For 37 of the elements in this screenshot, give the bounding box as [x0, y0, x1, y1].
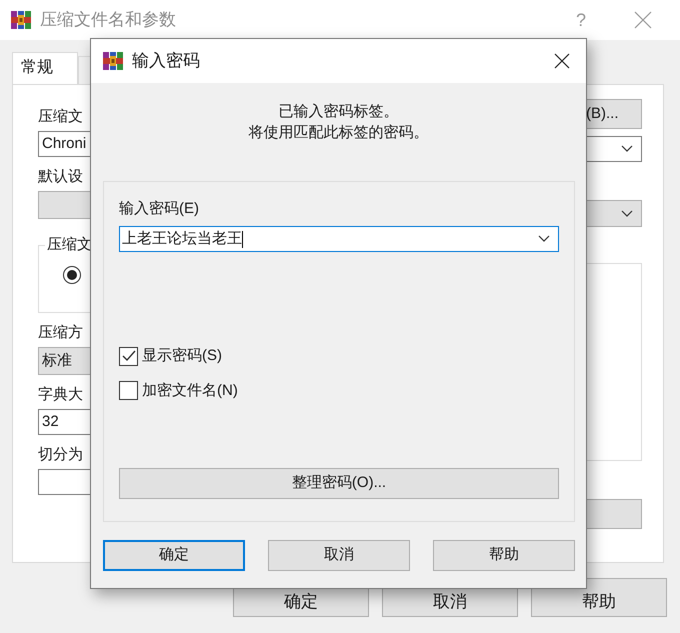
field-label: 字典大 — [38, 385, 84, 405]
dialog-button[interactable]: 确定 — [103, 540, 245, 571]
dialog-button[interactable]: 取消 — [268, 540, 410, 571]
dropdown-field[interactable] — [586, 200, 642, 227]
archive-books-icon — [102, 51, 124, 71]
text-field[interactable] — [38, 469, 90, 495]
browse-button[interactable] — [586, 499, 642, 529]
text-field[interactable]: Chroni — [38, 131, 90, 157]
password-label: 输入密码(E) — [119, 199, 200, 219]
dropdown-field[interactable]: 标准 — [38, 347, 90, 375]
text-cursor — [242, 230, 243, 248]
checkbox[interactable] — [119, 346, 138, 366]
browse-button[interactable]: (B)... — [586, 99, 642, 129]
window-title: 压缩文件名和参数 — [40, 9, 176, 32]
tab[interactable]: 常规 — [12, 52, 78, 84]
dropdown-field[interactable] — [38, 191, 90, 219]
dialog-button[interactable]: 帮助 — [433, 540, 575, 571]
message-text: 将使用匹配此标签的密码。 — [248, 123, 428, 143]
field-label: 默认设 — [38, 167, 84, 187]
field-label: 压缩方 — [38, 323, 84, 343]
text-field[interactable]: 32 — [38, 409, 90, 435]
archive-books-icon — [10, 10, 32, 30]
message-text: 已输入密码标签。 — [278, 102, 398, 122]
dialog-title: 输入密码 — [132, 50, 200, 72]
dropdown-field[interactable] — [586, 136, 642, 162]
checkbox[interactable] — [119, 381, 138, 400]
organize-passwords-button[interactable]: 整理密码(O)... — [119, 468, 559, 499]
field-label: 压缩文 — [38, 107, 84, 127]
close-icon[interactable] — [554, 53, 570, 69]
checkbox-label: 显示密码(S) — [142, 346, 222, 366]
chevron-down-icon — [621, 210, 633, 218]
radio-button[interactable] — [63, 266, 81, 284]
field-label: 切分为 — [38, 445, 84, 465]
chevron-down-icon — [621, 145, 633, 153]
chevron-down-icon — [538, 235, 550, 243]
password-field[interactable]: 上老王论坛当老王 — [119, 226, 559, 252]
checkbox-label: 加密文件名(N) — [142, 380, 238, 400]
